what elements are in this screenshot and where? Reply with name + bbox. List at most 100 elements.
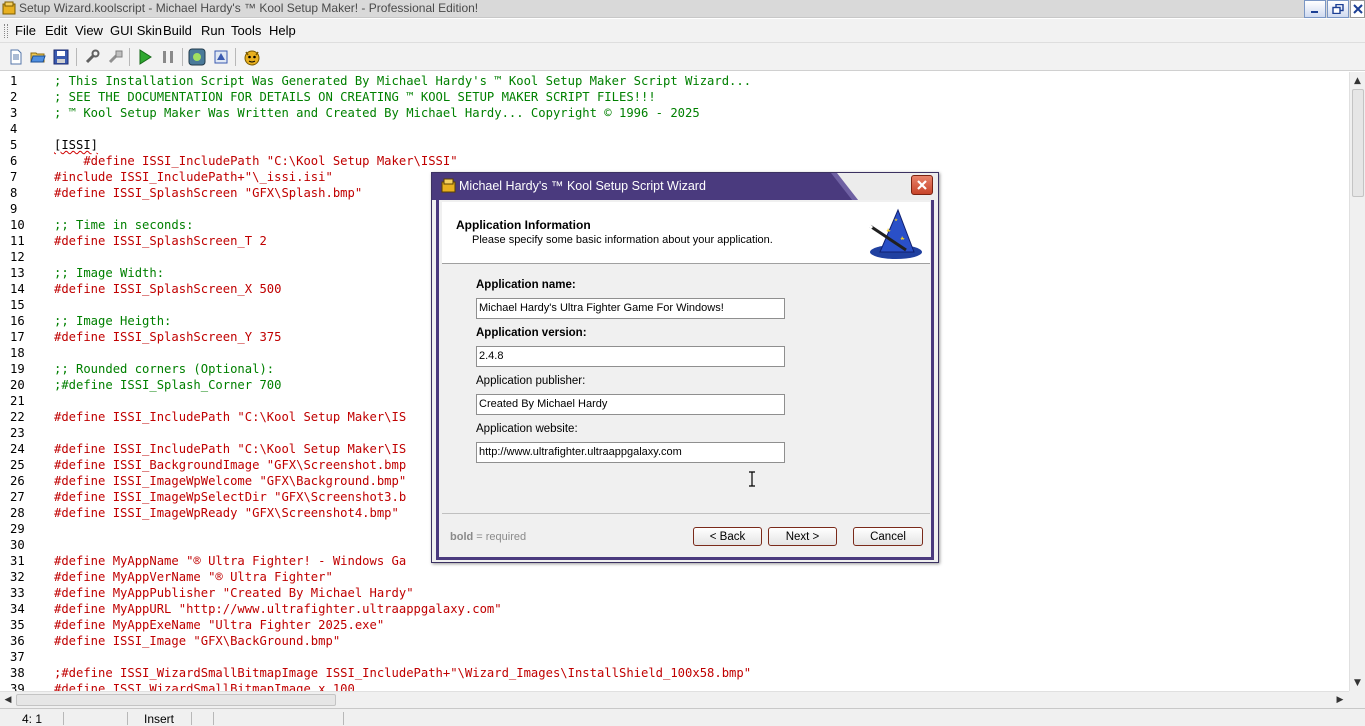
restore-button[interactable]	[1327, 0, 1349, 18]
app-website-input[interactable]: http://www.ultrafighter.ultraappgalaxy.c…	[476, 442, 785, 463]
status-insert-mode: Insert	[130, 712, 192, 726]
line-number: 26	[10, 474, 25, 488]
scroll-down-arrow-icon[interactable]: ▼	[1350, 674, 1365, 691]
line-number: 8	[10, 186, 18, 200]
line-number: 36	[10, 634, 25, 648]
scrollbar-corner	[1349, 691, 1365, 708]
about-button[interactable]	[242, 47, 262, 67]
next-button[interactable]: Next >	[768, 527, 837, 546]
line-number: 37	[10, 650, 25, 664]
required-legend: bold = required	[450, 531, 526, 543]
code-text: #define MyAppURL "http://www.ultrafighte…	[54, 602, 502, 616]
wrench-icon	[85, 49, 100, 64]
dialog-close-button[interactable]	[911, 175, 933, 195]
stop-button[interactable]	[187, 47, 207, 67]
new-file-button[interactable]	[6, 47, 26, 67]
line-number: 33	[10, 586, 25, 600]
line-number: 29	[10, 522, 25, 536]
new-file-icon	[10, 49, 22, 65]
open-button[interactable]	[28, 47, 48, 67]
code-text: ;; Image Width:	[54, 266, 165, 280]
code-line[interactable]: 35 #define MyAppExeName "Ultra Fighter 20…	[0, 617, 1349, 633]
app-icon	[2, 1, 16, 15]
toolbar-separator	[129, 48, 130, 66]
line-number: 5	[10, 138, 18, 152]
minimize-button[interactable]	[1304, 0, 1326, 18]
code-line[interactable]: 39 #define ISSI_WizardSmallBitmapImage_x …	[0, 681, 1349, 691]
code-text: #define ISSI_SplashScreen_X 500	[54, 282, 282, 296]
line-number: 3	[10, 106, 18, 120]
vertical-scrollbar[interactable]: ▲ ▼	[1349, 72, 1365, 691]
window-close-button[interactable]	[1350, 0, 1365, 18]
status-cell-empty	[194, 712, 214, 725]
window-title: Setup Wizard.koolscript - Michael Hardy'…	[19, 1, 479, 15]
code-text: ;#define ISSI_WizardSmallBitmapImage ISS…	[54, 666, 752, 680]
app-publisher-input[interactable]: Created By Michael Hardy	[476, 394, 785, 415]
code-text: #define ISSI_IncludePath "C:\Kool Setup …	[54, 442, 407, 456]
code-line[interactable]: 3 ; ™ Kool Setup Maker Was Written and Cr…	[0, 105, 1349, 121]
code-line[interactable]: 37	[0, 649, 1349, 665]
line-number: 9	[10, 202, 18, 216]
menu-file[interactable]: File	[15, 23, 36, 38]
code-text: #define ISSI_ImageWpSelectDir "GFX\Scree…	[54, 490, 407, 504]
line-number: 24	[10, 442, 25, 456]
menu-tools[interactable]: Tools	[231, 23, 261, 38]
cancel-button[interactable]: Cancel	[853, 527, 923, 546]
template-button[interactable]	[211, 47, 231, 67]
run-button[interactable]	[135, 47, 155, 67]
footer-divider	[442, 513, 930, 514]
back-button[interactable]: < Back	[693, 527, 762, 546]
code-line[interactable]: 33 #define MyAppPublisher "Created By Mic…	[0, 585, 1349, 601]
save-button[interactable]	[51, 47, 71, 67]
line-number: 39	[10, 682, 25, 691]
line-number: 34	[10, 602, 25, 616]
app-version-input[interactable]: 2.4.8	[476, 346, 785, 367]
line-number: 23	[10, 426, 25, 440]
code-line[interactable]: 38 ;#define ISSI_WizardSmallBitmapImage I…	[0, 665, 1349, 681]
text-cursor-icon	[749, 471, 755, 487]
code-text: ;; Time in seconds:	[54, 218, 194, 232]
menu-build[interactable]: Build	[163, 23, 192, 38]
line-number: 7	[10, 170, 18, 184]
code-text: [ISSI]	[54, 138, 99, 152]
scroll-up-arrow-icon[interactable]: ▲	[1350, 72, 1365, 89]
code-line[interactable]: 36 #define ISSI_Image "GFX\BackGround.bmp…	[0, 633, 1349, 649]
code-line[interactable]: 6 #define ISSI_IncludePath "C:\Kool Setu…	[0, 153, 1349, 169]
line-number: 18	[10, 346, 25, 360]
code-line[interactable]: 4	[0, 121, 1349, 137]
app-mascot-icon	[244, 50, 260, 66]
dialog-titlebar[interactable]: Michael Hardy's ™ Kool Setup Script Wiza…	[432, 173, 938, 200]
window-titlebar: Setup Wizard.koolscript - Michael Hardy'…	[0, 0, 1365, 18]
vertical-scroll-thumb[interactable]	[1352, 89, 1364, 197]
line-number: 12	[10, 250, 25, 264]
menu-view[interactable]: View	[75, 23, 103, 38]
code-text: #define ISSI_WizardSmallBitmapImage_x 10…	[54, 682, 355, 691]
code-text: ;#define ISSI_Splash_Corner 700	[54, 378, 282, 392]
code-line[interactable]: 1 ; This Installation Script Was Generate…	[0, 73, 1349, 89]
menu-run[interactable]: Run	[201, 23, 225, 38]
code-line[interactable]: 5 [ISSI]	[0, 137, 1349, 153]
code-line[interactable]: 2 ; SEE THE DOCUMENTATION FOR DETAILS ON …	[0, 89, 1349, 105]
horizontal-scrollbar[interactable]: ◀ ▶	[0, 691, 1349, 708]
code-line[interactable]: 32 #define MyAppVerName "® Ultra Fighter"	[0, 569, 1349, 585]
line-number: 31	[10, 554, 25, 568]
code-text: #define MyAppName "® Ultra Fighter! - Wi…	[54, 554, 407, 568]
close-icon	[1352, 4, 1363, 14]
app-name-label: Application name:	[476, 279, 576, 291]
minimize-icon	[1311, 11, 1318, 13]
compile-button[interactable]	[105, 47, 125, 67]
menu-gui-skin[interactable]: GUI Skin	[110, 23, 162, 38]
line-number: 38	[10, 666, 25, 680]
horizontal-scroll-thumb[interactable]	[16, 694, 336, 706]
line-number: 32	[10, 570, 25, 584]
code-text: #define ISSI_SplashScreen "GFX\Splash.bm…	[54, 186, 363, 200]
pause-button[interactable]	[158, 47, 178, 67]
menu-edit[interactable]: Edit	[45, 23, 67, 38]
settings-button[interactable]	[82, 47, 102, 67]
scroll-right-arrow-icon[interactable]: ▶	[1332, 692, 1348, 708]
line-number: 22	[10, 410, 25, 424]
menu-help[interactable]: Help	[269, 23, 296, 38]
code-line[interactable]: 34 #define MyAppURL "http://www.ultrafigh…	[0, 601, 1349, 617]
app-name-input[interactable]: Michael Hardy's Ultra Fighter Game For W…	[476, 298, 785, 319]
scroll-left-arrow-icon[interactable]: ◀	[0, 692, 16, 708]
